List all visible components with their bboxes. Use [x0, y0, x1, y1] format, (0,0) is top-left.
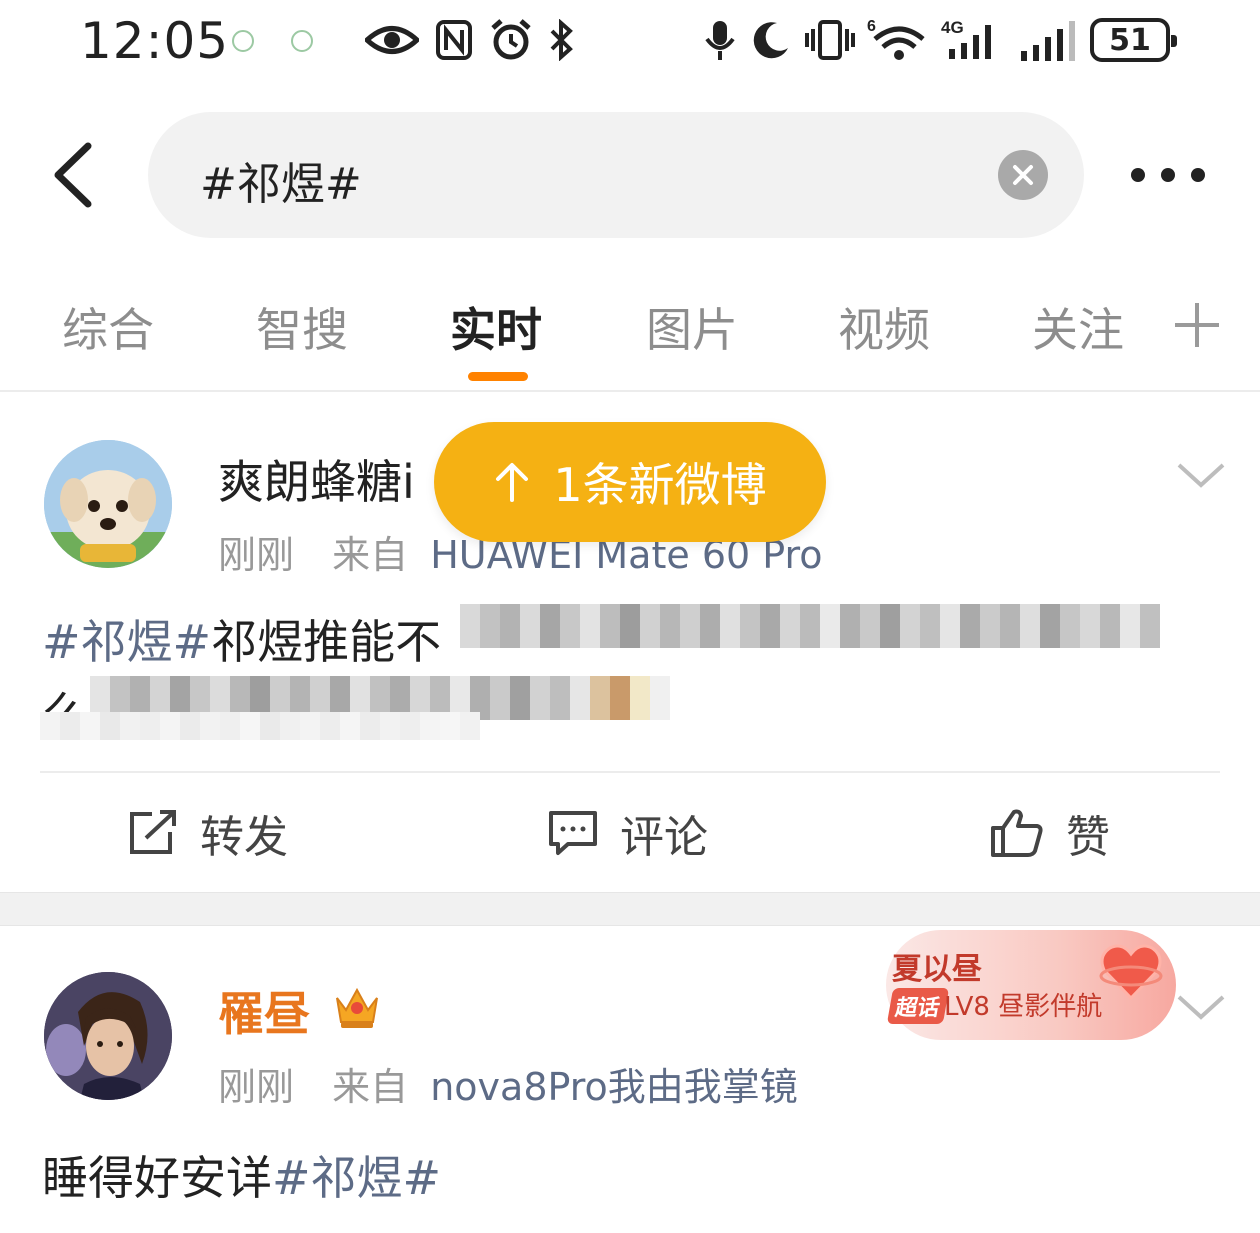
network-type-text: 4G	[941, 18, 964, 37]
post-author-name[interactable]: 罹昼	[218, 978, 310, 1044]
post-from-label: 来自	[332, 533, 409, 577]
dog-avatar-image	[44, 440, 172, 568]
clear-search-button[interactable]	[998, 150, 1048, 200]
eye-icon	[364, 16, 420, 64]
repost-label: 转发	[200, 812, 288, 863]
post-separator	[0, 892, 1260, 926]
signal-4g-icon: 4G	[940, 16, 1002, 64]
close-icon	[1013, 165, 1033, 185]
hashtag-link[interactable]: #祁煜#	[272, 1151, 441, 1205]
post-meta: 刚刚 来自 nova8Pro我由我掌镜	[218, 1056, 798, 1111]
tab-images[interactable]: 图片	[646, 294, 738, 360]
chevron-down-icon	[1177, 995, 1225, 1020]
alarm-icon	[488, 16, 534, 64]
add-tab-button[interactable]	[1172, 300, 1222, 350]
signal-icon	[1018, 16, 1076, 64]
comment-button[interactable]: 评论	[548, 806, 708, 863]
anime-avatar-image	[44, 972, 172, 1100]
like-label: 赞	[1066, 812, 1110, 863]
moon-icon	[750, 16, 792, 64]
tab-smart-search[interactable]: 智搜	[256, 294, 348, 360]
app-notification-icon	[232, 30, 254, 52]
new-posts-label: 1条新微博	[553, 458, 767, 512]
tab-bar: 综合 智搜 实时 图片 视频 关注	[0, 280, 1260, 390]
clock: 12:05	[80, 12, 230, 70]
thumbs-up-icon	[991, 809, 1043, 857]
chevron-left-icon	[54, 142, 92, 208]
post-options-button[interactable]	[1176, 460, 1226, 490]
nfc-icon	[434, 16, 474, 64]
wifi-badge-text: 6	[867, 18, 876, 35]
vibrate-icon	[804, 16, 856, 64]
hashtag-link[interactable]: #祁煜#	[42, 615, 211, 669]
comment-label: 评论	[620, 812, 708, 863]
share-icon	[130, 810, 176, 854]
badge-title: 夏以昼	[892, 952, 982, 987]
divider	[0, 390, 1260, 392]
post-options-button[interactable]	[1176, 992, 1226, 1022]
app-notification-icon	[291, 30, 313, 52]
new-posts-button[interactable]: 1条新微博	[434, 422, 826, 542]
tab-following[interactable]: 关注	[1032, 294, 1124, 360]
mic-icon	[702, 16, 738, 64]
more-options-button[interactable]	[1128, 160, 1208, 190]
post-from-label: 来自	[332, 1065, 409, 1109]
back-button[interactable]	[44, 140, 104, 210]
post-text: 睡得好安详	[42, 1151, 272, 1205]
tab-comprehensive[interactable]: 综合	[62, 294, 154, 360]
post-content[interactable]: #祁煜#祁煜推能不	[42, 606, 441, 672]
post-time: 刚刚	[218, 1065, 295, 1109]
post-text: 祁煜推能不	[211, 615, 442, 669]
badge-level: LV8 昼影伴航	[944, 992, 1103, 1022]
active-tab-indicator	[468, 372, 528, 381]
tab-realtime[interactable]: 实时	[450, 294, 542, 360]
search-bar[interactable]: #祁煜#	[148, 112, 1084, 238]
heart-gem-icon	[1099, 944, 1163, 1001]
repost-button[interactable]: 转发	[128, 806, 288, 863]
status-bar: 12:05 6 4G 51	[0, 0, 1260, 84]
arrow-up-icon	[496, 463, 529, 502]
tab-videos[interactable]: 视频	[838, 294, 930, 360]
post-content[interactable]: 睡得好安详#祁煜#	[42, 1142, 441, 1208]
battery-indicator: 51	[1090, 18, 1177, 62]
censored-text	[40, 712, 480, 740]
plus-icon	[1175, 303, 1219, 347]
censored-text	[460, 604, 1160, 648]
post-source[interactable]: nova8Pro我由我掌镜	[430, 1065, 798, 1109]
wifi-icon: 6	[866, 16, 928, 64]
avatar[interactable]	[44, 972, 172, 1100]
chevron-down-icon	[1177, 463, 1225, 488]
divider	[40, 771, 1220, 773]
search-input[interactable]: #祁煜#	[200, 148, 362, 212]
post-author-name[interactable]: 爽朗蜂糖i	[218, 446, 415, 512]
bluetooth-icon	[546, 16, 576, 64]
like-button[interactable]: 赞	[990, 806, 1110, 863]
vip-crown-icon[interactable]	[332, 982, 382, 1030]
super-topic-tag: 超话	[886, 988, 950, 1024]
avatar[interactable]	[44, 440, 172, 568]
super-topic-badge[interactable]: 夏以昼 超话 LV8 昼影伴航	[886, 930, 1176, 1040]
ellipsis-icon	[1131, 168, 1205, 182]
comment-icon	[549, 811, 597, 855]
post-time: 刚刚	[218, 533, 295, 577]
